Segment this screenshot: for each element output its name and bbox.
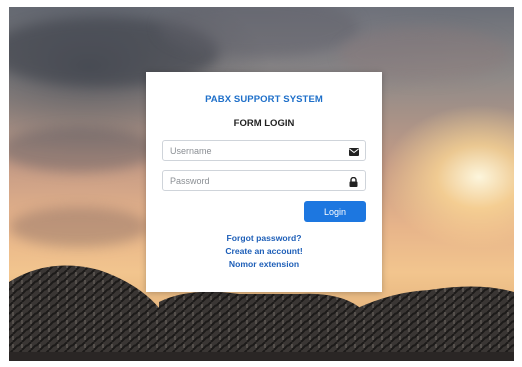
- cloud: [9, 127, 159, 172]
- password-input[interactable]: [170, 174, 340, 188]
- login-card: PABX SUPPORT SYSTEM FORM LOGIN Login For…: [146, 72, 382, 292]
- create-account-link[interactable]: Create an account!: [146, 245, 382, 258]
- username-field[interactable]: [162, 140, 366, 161]
- forgot-password-link[interactable]: Forgot password?: [146, 232, 382, 245]
- login-button[interactable]: Login: [304, 201, 366, 222]
- system-title: PABX SUPPORT SYSTEM: [205, 94, 323, 105]
- nomor-extension-link[interactable]: Nomor extension: [146, 258, 382, 271]
- tire-left: [9, 265, 169, 361]
- tire-center: [159, 291, 359, 361]
- cloud: [9, 207, 149, 247]
- tire-right: [349, 286, 514, 361]
- links-list: Forgot password? Create an account! Nomo…: [146, 232, 382, 271]
- envelope-icon: [348, 146, 359, 157]
- lock-icon: [348, 176, 359, 187]
- username-input[interactable]: [170, 144, 340, 158]
- form-title: FORM LOGIN: [233, 118, 295, 129]
- password-field[interactable]: [162, 170, 366, 191]
